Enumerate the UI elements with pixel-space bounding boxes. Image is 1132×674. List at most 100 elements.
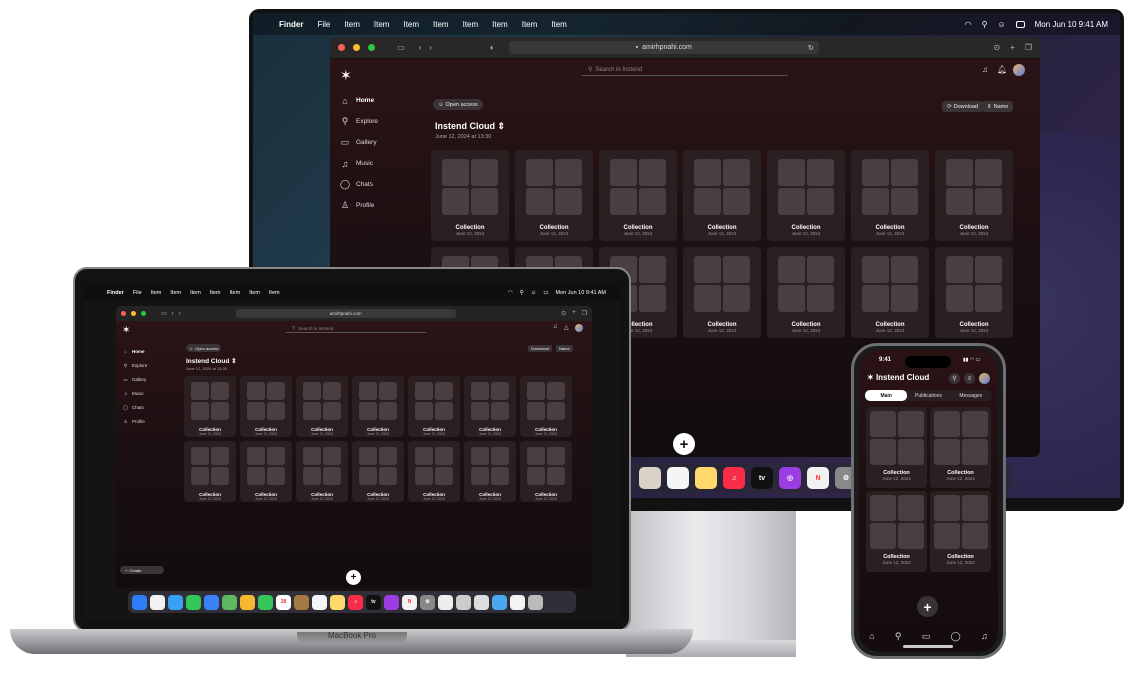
forward-icon[interactable]: › [429,43,432,52]
nav-item-profile[interactable]: ♙ Profile [340,200,378,211]
add-button[interactable]: + [917,596,938,617]
collection-card[interactable]: CollectionJune 12, 2024 [408,441,460,502]
sort-name-button[interactable]: Name [556,345,573,352]
add-button[interactable]: + [673,433,695,455]
menu-icon[interactable]: ≡ [964,373,975,384]
menu-item[interactable]: Item [522,20,538,29]
menu-item[interactable]: Item [344,20,360,29]
search-icon[interactable]: ⚲ [520,290,524,296]
avatar[interactable] [575,324,583,332]
forward-icon[interactable]: › [179,311,181,317]
collection-card[interactable]: CollectionJune 12, 2024 [464,441,516,502]
add-button[interactable]: + [346,570,361,585]
menu-item[interactable]: Item [269,290,280,296]
search-icon[interactable]: ⚲ [982,20,988,29]
menu-item[interactable]: Item [210,290,221,296]
tab-main[interactable]: Main [865,390,908,401]
trash-icon[interactable] [528,594,543,610]
menu-item[interactable]: Item [151,290,162,296]
menu-item[interactable]: Item [463,20,479,29]
tv-app-icon[interactable]: tv [751,467,773,489]
collection-card[interactable]: CollectionJune 12, 2024 [930,407,991,488]
reminders-icon[interactable] [639,467,661,489]
chat-icon[interactable]: ◯ [951,631,961,642]
nav-item-gallery[interactable]: ▭ Gallery [122,375,147,384]
menu-finder[interactable]: Finder [107,290,124,296]
music-app-icon[interactable]: ♫ [723,467,745,489]
download-icon[interactable]: ⊙ [561,310,566,317]
collection-card[interactable]: CollectionJune 12, 2024 [866,491,927,572]
control-center-icon[interactable] [1015,20,1025,28]
collection-card[interactable]: CollectionJune 12, 2024 [240,441,292,502]
menu-item[interactable]: Item [249,290,260,296]
collection-card[interactable]: CollectionJune 12, 2024 [464,376,516,437]
wifi-icon[interactable]: ◠ [965,20,972,29]
facetime-icon[interactable] [258,594,273,610]
control-center-icon[interactable]: ▭ [543,290,548,296]
new-tab-icon[interactable]: + [572,310,576,317]
collection-card[interactable]: CollectionJune 12, 2024 [296,441,348,502]
collection-card[interactable]: CollectionJune 12, 2024 [767,247,845,338]
music-icon[interactable]: ♫ [553,324,558,330]
collection-card[interactable]: CollectionJune 12, 2024 [935,150,1013,241]
menu-item[interactable]: Item [403,20,419,29]
folder-icon[interactable] [492,594,507,610]
search-input[interactable]: ⚲ Search in Instend [582,64,788,76]
collection-card[interactable]: CollectionJune 12, 2024 [520,441,572,502]
nav-item-explore[interactable]: ⚲ Explore [340,116,378,127]
minimize-icon[interactable] [353,44,360,51]
music-app-icon[interactable]: ♫ [348,594,363,610]
menu-item[interactable]: Item [170,290,181,296]
nav-item-gallery[interactable]: ▭ Gallery [340,137,378,148]
zoom-icon[interactable] [368,44,375,51]
menu-item[interactable]: Item [190,290,201,296]
collection-card[interactable]: CollectionJune 12, 2024 [935,247,1013,338]
back-icon[interactable]: ‹ [419,43,422,52]
collection-card[interactable]: CollectionJune 12, 2024 [866,407,927,488]
collection-card[interactable]: CollectionJune 12, 2024 [767,150,845,241]
photos-icon[interactable] [240,594,255,610]
maps-icon[interactable] [222,594,237,610]
avatar[interactable] [979,373,990,384]
open-access-button[interactable]: ☺ Open access [186,344,222,352]
sort-download-button[interactable]: ⟳ Download [942,101,984,112]
logo-icon[interactable]: ✶ [867,373,874,382]
nav-item-chats[interactable]: ◯ Chats [340,179,378,190]
logo-icon[interactable]: ✶ [340,67,352,84]
home-icon[interactable]: ⌂ [869,631,874,642]
sort-download-button[interactable]: Download [528,345,552,352]
collection-card[interactable]: CollectionJune 12, 2024 [851,247,929,338]
notes-icon[interactable] [695,467,717,489]
collection-card[interactable]: CollectionJune 12, 2024 [296,376,348,437]
settings-icon[interactable]: ⚙ [420,594,435,610]
collection-card[interactable]: CollectionJune 12, 2024 [408,376,460,437]
launchpad-icon[interactable] [150,594,165,610]
mail-icon[interactable] [204,594,219,610]
notes-icon[interactable] [330,594,345,610]
address-bar[interactable]: amirhpnahi.com [235,309,456,318]
collection-card[interactable]: CollectionJune 12, 2024 [851,150,929,241]
freeform-icon[interactable] [438,594,453,610]
menu-item[interactable]: Item [551,20,567,29]
contacts-icon[interactable] [294,594,309,610]
sort-name-button[interactable]: ⇕ Name [982,101,1014,112]
zoom-icon[interactable] [141,311,146,316]
search-icon[interactable]: ⚲ [949,373,960,384]
gallery-icon[interactable]: ▭ [922,631,931,642]
collection-card[interactable]: CollectionJune 12, 2024 [520,376,572,437]
close-icon[interactable] [121,311,126,316]
logo-icon[interactable]: ✶ [122,325,130,336]
collection-card[interactable]: CollectionJune 12, 2024 [930,491,991,572]
music-icon[interactable]: ♫ [982,65,988,74]
nav-item-explore[interactable]: ⚲ Explore [122,361,147,370]
document-icon[interactable] [510,594,525,610]
news-icon[interactable]: N [402,594,417,610]
preview-icon[interactable] [456,594,471,610]
collection-card[interactable]: CollectionJune 12, 2024 [352,441,404,502]
music-icon[interactable]: ♫ [981,631,988,642]
search-icon[interactable]: ⚲ [895,631,902,642]
tab-messages[interactable]: Messages [950,390,992,401]
collection-card[interactable]: CollectionJune 12, 2024 [599,150,677,241]
search-input[interactable]: ⚲ Search in Instend [286,324,426,333]
nav-item-music[interactable]: ♫ Music [122,389,147,398]
